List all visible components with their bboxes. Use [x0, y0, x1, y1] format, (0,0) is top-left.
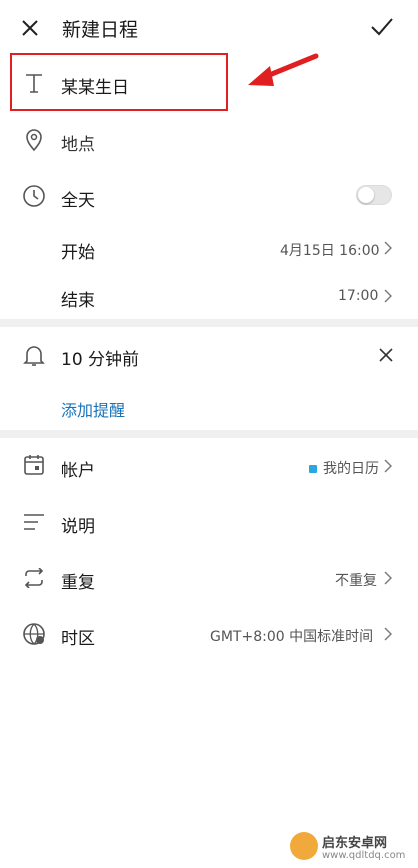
repeat-label: 重复 — [61, 573, 95, 593]
reminder-label: 10 分钟前 — [61, 350, 140, 370]
all-day-toggle[interactable] — [356, 185, 392, 205]
timezone-label: 时区 — [61, 629, 95, 649]
add-reminder-link[interactable]: 添加提醒 — [61, 397, 125, 421]
remove-reminder-icon[interactable] — [379, 348, 393, 362]
start-value[interactable]: 4月15日 16:00 — [280, 240, 380, 260]
start-label: 开始 — [61, 243, 95, 263]
watermark: 启东安卓网 www.qdltdq.com — [290, 830, 414, 866]
account-value-wrap[interactable]: 我的日历 — [309, 458, 379, 478]
chevron-right-icon[interactable] — [384, 289, 392, 303]
timezone-value[interactable]: GMT+8:00 中国标准时间 — [210, 626, 373, 646]
title-input[interactable]: 某某生日 — [61, 73, 129, 98]
chevron-right-icon[interactable] — [384, 571, 392, 585]
location-pin-icon — [24, 128, 44, 152]
calendar-icon — [23, 454, 45, 476]
section-divider — [0, 430, 418, 438]
close-icon[interactable] — [20, 18, 40, 38]
chevron-right-icon[interactable] — [384, 627, 392, 641]
globe-icon — [22, 622, 46, 646]
all-day-label: 全天 — [61, 191, 95, 211]
page-title: 新建日程 — [62, 19, 139, 41]
lines-icon — [23, 512, 45, 532]
calendar-color-dot — [309, 465, 317, 473]
chevron-right-icon[interactable] — [384, 241, 392, 255]
chevron-right-icon[interactable] — [384, 459, 392, 473]
check-icon[interactable] — [370, 16, 394, 38]
account-label: 帐户 — [61, 461, 95, 481]
repeat-value[interactable]: 不重复 — [335, 570, 377, 590]
repeat-icon — [22, 568, 46, 588]
annotation-arrow-icon — [240, 52, 320, 92]
toggle-knob — [358, 187, 374, 203]
bell-icon — [23, 343, 45, 367]
watermark-url: www.qdltdq.com — [322, 850, 406, 861]
location-input[interactable]: 地点 — [61, 130, 95, 155]
account-value: 我的日历 — [323, 461, 379, 477]
end-value[interactable]: 17:00 — [338, 288, 378, 304]
section-divider — [0, 319, 418, 327]
end-label: 结束 — [61, 291, 95, 311]
clock-icon — [22, 184, 46, 208]
watermark-name: 启东安卓网 — [322, 836, 388, 851]
text-icon — [24, 72, 44, 94]
watermark-logo-icon — [290, 832, 318, 860]
description-input[interactable]: 说明 — [61, 512, 95, 537]
